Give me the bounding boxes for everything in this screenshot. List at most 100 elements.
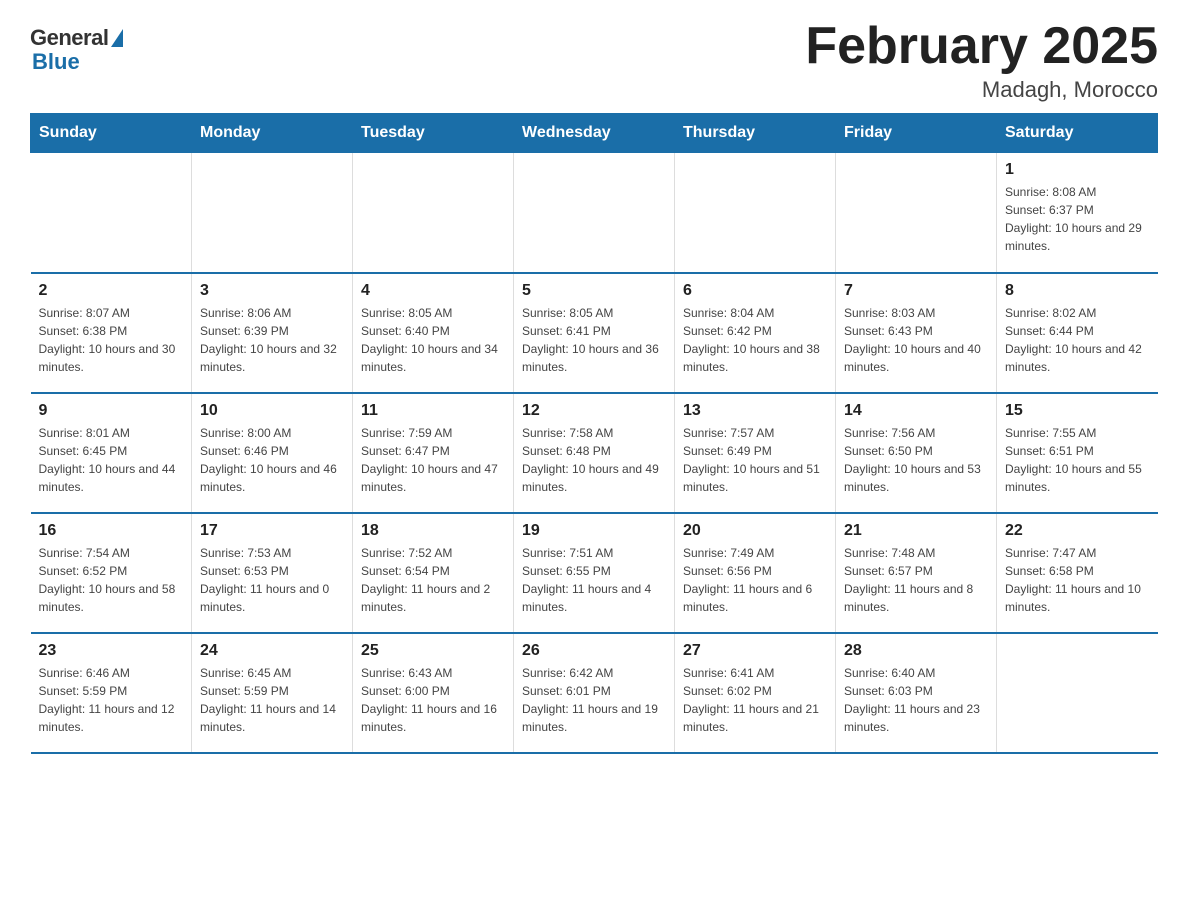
day-info: Sunrise: 7:48 AMSunset: 6:57 PMDaylight:… — [844, 544, 988, 616]
day-info: Sunrise: 7:51 AMSunset: 6:55 PMDaylight:… — [522, 544, 666, 616]
day-info: Sunrise: 7:54 AMSunset: 6:52 PMDaylight:… — [39, 544, 184, 616]
day-info: Sunrise: 6:45 AMSunset: 5:59 PMDaylight:… — [200, 664, 344, 736]
day-info: Sunrise: 7:49 AMSunset: 6:56 PMDaylight:… — [683, 544, 827, 616]
day-info: Sunrise: 6:41 AMSunset: 6:02 PMDaylight:… — [683, 664, 827, 736]
calendar-day-cell: 12 Sunrise: 7:58 AMSunset: 6:48 PMDayligh… — [514, 393, 675, 513]
day-of-week-header: Thursday — [675, 114, 836, 153]
day-of-week-header: Monday — [192, 114, 353, 153]
page-header: General Blue February 2025 Madagh, Moroc… — [30, 20, 1158, 103]
day-number: 13 — [683, 402, 827, 420]
day-number: 15 — [1005, 402, 1150, 420]
day-info: Sunrise: 7:59 AMSunset: 6:47 PMDaylight:… — [361, 424, 505, 496]
day-info: Sunrise: 7:53 AMSunset: 6:53 PMDaylight:… — [200, 544, 344, 616]
day-number: 20 — [683, 522, 827, 540]
day-number: 28 — [844, 642, 988, 660]
day-info: Sunrise: 7:56 AMSunset: 6:50 PMDaylight:… — [844, 424, 988, 496]
calendar-day-cell: 9 Sunrise: 8:01 AMSunset: 6:45 PMDaylight… — [31, 393, 192, 513]
calendar-day-cell: 10Sunrise: 8:00 AMSunset: 6:46 PMDayligh… — [192, 393, 353, 513]
day-info: Sunrise: 8:07 AMSunset: 6:38 PMDaylight:… — [39, 304, 184, 376]
day-number: 17 — [200, 522, 344, 540]
day-number: 5 — [522, 282, 666, 300]
calendar-day-cell — [192, 153, 353, 273]
logo-blue-text: Blue — [30, 49, 80, 75]
calendar-table: SundayMondayTuesdayWednesdayThursdayFrid… — [30, 113, 1158, 754]
day-info: Sunrise: 8:01 AMSunset: 6:45 PMDaylight:… — [39, 424, 184, 496]
calendar-day-cell: 11 Sunrise: 7:59 AMSunset: 6:47 PMDayligh… — [353, 393, 514, 513]
day-number: 25 — [361, 642, 505, 660]
day-info: Sunrise: 7:58 AMSunset: 6:48 PMDaylight:… — [522, 424, 666, 496]
day-info: Sunrise: 7:57 AMSunset: 6:49 PMDaylight:… — [683, 424, 827, 496]
day-number: 2 — [39, 282, 184, 300]
day-of-week-header: Friday — [836, 114, 997, 153]
calendar-day-cell: 19 Sunrise: 7:51 AMSunset: 6:55 PMDayligh… — [514, 513, 675, 633]
logo-general-text: General — [30, 25, 108, 51]
days-of-week-row: SundayMondayTuesdayWednesdayThursdayFrid… — [31, 114, 1158, 153]
day-info: Sunrise: 6:42 AMSunset: 6:01 PMDaylight:… — [522, 664, 666, 736]
calendar-week-row: 1 Sunrise: 8:08 AMSunset: 6:37 PMDaylight… — [31, 153, 1158, 273]
calendar-day-cell: 13 Sunrise: 7:57 AMSunset: 6:49 PMDayligh… — [675, 393, 836, 513]
calendar-day-cell: 22 Sunrise: 7:47 AMSunset: 6:58 PMDayligh… — [997, 513, 1158, 633]
location: Madagh, Morocco — [805, 77, 1158, 103]
calendar-week-row: 23Sunrise: 6:46 AMSunset: 5:59 PMDayligh… — [31, 633, 1158, 753]
calendar-week-row: 9 Sunrise: 8:01 AMSunset: 6:45 PMDaylight… — [31, 393, 1158, 513]
day-number: 1 — [1005, 161, 1150, 179]
day-number: 14 — [844, 402, 988, 420]
calendar-day-cell: 1 Sunrise: 8:08 AMSunset: 6:37 PMDaylight… — [997, 153, 1158, 273]
logo: General Blue — [30, 20, 123, 75]
calendar-day-cell: 3Sunrise: 8:06 AMSunset: 6:39 PMDaylight… — [192, 273, 353, 393]
day-number: 8 — [1005, 282, 1150, 300]
calendar-week-row: 2 Sunrise: 8:07 AMSunset: 6:38 PMDaylight… — [31, 273, 1158, 393]
day-number: 27 — [683, 642, 827, 660]
calendar-day-cell: 28 Sunrise: 6:40 AMSunset: 6:03 PMDayligh… — [836, 633, 997, 753]
calendar-day-cell: 23Sunrise: 6:46 AMSunset: 5:59 PMDayligh… — [31, 633, 192, 753]
calendar-day-cell: 21 Sunrise: 7:48 AMSunset: 6:57 PMDayligh… — [836, 513, 997, 633]
calendar-day-cell: 24 Sunrise: 6:45 AMSunset: 5:59 PMDayligh… — [192, 633, 353, 753]
day-of-week-header: Saturday — [997, 114, 1158, 153]
day-number: 4 — [361, 282, 505, 300]
day-number: 6 — [683, 282, 827, 300]
day-info: Sunrise: 7:47 AMSunset: 6:58 PMDaylight:… — [1005, 544, 1150, 616]
day-info: Sunrise: 8:05 AMSunset: 6:41 PMDaylight:… — [522, 304, 666, 376]
calendar-day-cell: 20 Sunrise: 7:49 AMSunset: 6:56 PMDayligh… — [675, 513, 836, 633]
calendar-day-cell: 17 Sunrise: 7:53 AMSunset: 6:53 PMDayligh… — [192, 513, 353, 633]
calendar-day-cell: 15 Sunrise: 7:55 AMSunset: 6:51 PMDayligh… — [997, 393, 1158, 513]
day-number: 11 — [361, 402, 505, 420]
day-number: 18 — [361, 522, 505, 540]
calendar-day-cell: 8 Sunrise: 8:02 AMSunset: 6:44 PMDaylight… — [997, 273, 1158, 393]
calendar-day-cell — [675, 153, 836, 273]
day-number: 22 — [1005, 522, 1150, 540]
day-of-week-header: Wednesday — [514, 114, 675, 153]
day-info: Sunrise: 8:04 AMSunset: 6:42 PMDaylight:… — [683, 304, 827, 376]
calendar-day-cell: 27 Sunrise: 6:41 AMSunset: 6:02 PMDayligh… — [675, 633, 836, 753]
day-number: 21 — [844, 522, 988, 540]
month-title: February 2025 — [805, 20, 1158, 72]
day-number: 12 — [522, 402, 666, 420]
calendar-body: 1 Sunrise: 8:08 AMSunset: 6:37 PMDaylight… — [31, 153, 1158, 753]
calendar-day-cell: 14 Sunrise: 7:56 AMSunset: 6:50 PMDayligh… — [836, 393, 997, 513]
day-number: 19 — [522, 522, 666, 540]
day-info: Sunrise: 8:02 AMSunset: 6:44 PMDaylight:… — [1005, 304, 1150, 376]
day-info: Sunrise: 6:40 AMSunset: 6:03 PMDaylight:… — [844, 664, 988, 736]
calendar-header: SundayMondayTuesdayWednesdayThursdayFrid… — [31, 114, 1158, 153]
calendar-day-cell — [514, 153, 675, 273]
day-info: Sunrise: 6:43 AMSunset: 6:00 PMDaylight:… — [361, 664, 505, 736]
day-number: 24 — [200, 642, 344, 660]
day-info: Sunrise: 8:08 AMSunset: 6:37 PMDaylight:… — [1005, 183, 1150, 255]
calendar-day-cell: 4Sunrise: 8:05 AMSunset: 6:40 PMDaylight… — [353, 273, 514, 393]
calendar-day-cell: 7Sunrise: 8:03 AMSunset: 6:43 PMDaylight… — [836, 273, 997, 393]
calendar-day-cell: 26 Sunrise: 6:42 AMSunset: 6:01 PMDayligh… — [514, 633, 675, 753]
day-info: Sunrise: 8:03 AMSunset: 6:43 PMDaylight:… — [844, 304, 988, 376]
calendar-day-cell: 5 Sunrise: 8:05 AMSunset: 6:41 PMDaylight… — [514, 273, 675, 393]
calendar-day-cell: 2 Sunrise: 8:07 AMSunset: 6:38 PMDaylight… — [31, 273, 192, 393]
title-section: February 2025 Madagh, Morocco — [805, 20, 1158, 103]
calendar-day-cell — [997, 633, 1158, 753]
calendar-day-cell — [31, 153, 192, 273]
calendar-day-cell — [353, 153, 514, 273]
day-info: Sunrise: 7:55 AMSunset: 6:51 PMDaylight:… — [1005, 424, 1150, 496]
logo-triangle-icon — [111, 29, 123, 47]
day-of-week-header: Tuesday — [353, 114, 514, 153]
day-number: 26 — [522, 642, 666, 660]
day-number: 23 — [39, 642, 184, 660]
day-number: 9 — [39, 402, 184, 420]
day-info: Sunrise: 8:00 AMSunset: 6:46 PMDaylight:… — [200, 424, 344, 496]
